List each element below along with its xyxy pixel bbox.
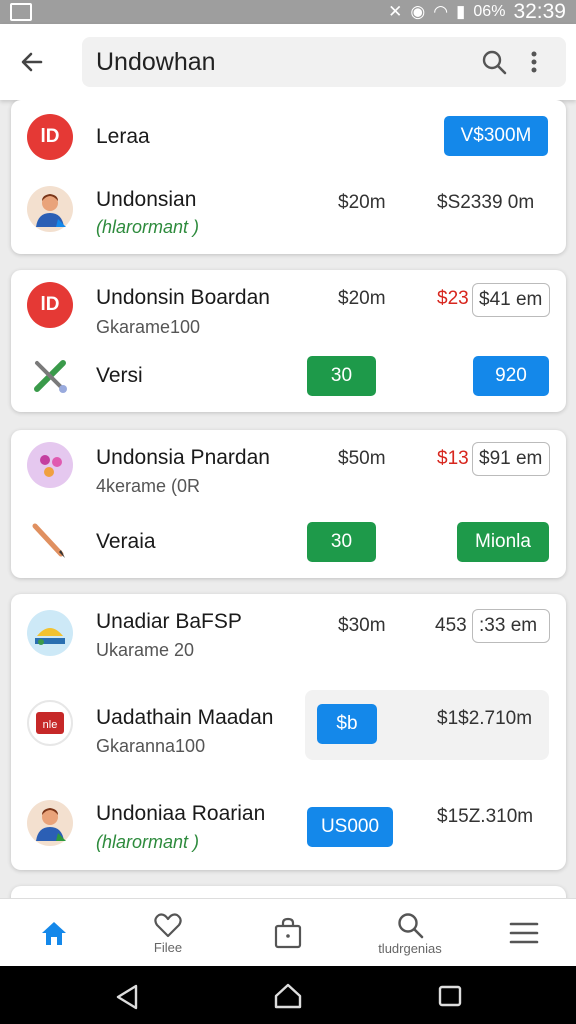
quantity-button[interactable]: 30 [307, 356, 376, 396]
price-tag[interactable]: $91 em [472, 442, 550, 476]
home-icon [42, 922, 66, 945]
nfc-icon: ✕ [388, 2, 403, 21]
nav-favorites[interactable]: Filee [128, 899, 208, 967]
item-title: Undoniaa Roarian [96, 802, 266, 825]
brand-logo-icon: lD [27, 282, 73, 328]
action-button[interactable]: $b [317, 704, 377, 744]
nav-label: tludrgenias [378, 940, 442, 956]
result-card[interactable]: Undonsia Pnardan 4kerame (0R $50m $13 $9… [11, 430, 566, 578]
item-price: $20m [338, 288, 386, 309]
nav-label: Filee [153, 939, 183, 955]
action-button[interactable]: 920 [473, 356, 549, 396]
list-item[interactable]: Unadiar BaFSP Ukarame 20 $30m 453 :33 em [11, 594, 566, 674]
result-card[interactable]: lD Undonsin Boardan Gkarame100 $20m $23 … [11, 270, 566, 412]
back-triangle-icon[interactable] [114, 984, 140, 1010]
back-button[interactable] [10, 40, 54, 84]
wifi-icon: ◠ [433, 2, 449, 21]
app-bar: Undowhan [0, 24, 576, 100]
item-subtitle: Gkarame100 [96, 317, 201, 337]
result-card[interactable]: Unadiar BaFSP Ukarame 20 $30m 453 :33 em… [11, 594, 566, 870]
tools-icon [27, 353, 73, 399]
system-navigation-bar [0, 966, 576, 1024]
bottom-navigation: Filee tludrgenias [0, 898, 576, 966]
list-item[interactable]: Undoniaa Roarian (hlarormant ) US000 $15… [11, 784, 566, 870]
screenshot-icon [10, 3, 32, 21]
item-title: Veraia [96, 530, 156, 553]
item-price-alt: $S2339 0m [437, 192, 535, 213]
search-field[interactable]: Undowhan [82, 37, 566, 87]
result-card[interactable]: lD Leraa V$300M Undonsian (hlarormant ) … [11, 100, 566, 254]
flower-icon [27, 442, 73, 488]
arrow-left-icon [21, 52, 43, 72]
nav-shopping[interactable] [258, 899, 318, 967]
action-button[interactable]: US000 [307, 807, 393, 847]
alarm-icon: ◉ [410, 2, 426, 21]
nav-home[interactable] [24, 899, 84, 967]
item-price: $15Z.310m [437, 806, 534, 827]
battery-level: 06% [473, 3, 506, 20]
card-header: lD Leraa V$300M [11, 100, 566, 172]
item-price-alt: 453 [435, 615, 467, 636]
signal-icon: ▮ [456, 2, 466, 21]
menu-icon [509, 922, 539, 944]
item-title: Uadathain Maadan [96, 706, 274, 729]
item-title: Undonsin Boardan [96, 286, 270, 309]
item-price-red: $23 [437, 288, 469, 309]
item-subtitle: Gkaranna100 [96, 736, 206, 756]
quantity-button[interactable]: 30 [307, 522, 376, 562]
item-price: $50m [338, 448, 386, 469]
status-bar: ✕ ◉ ◠ ▮ 06% 32:39 [0, 0, 576, 24]
brand-logo-icon: lD [27, 114, 73, 160]
list-item[interactable]: Veraia 30 Mionla [11, 506, 566, 578]
item-title: Unadiar BaFSP [96, 610, 242, 633]
list-item[interactable]: nle Uadathain Maadan Gkaranna100 $b $1$2… [11, 682, 566, 772]
price-tag[interactable]: :33 em [472, 609, 550, 643]
list-item[interactable]: Versi 30 920 [11, 342, 566, 412]
search-icon [482, 50, 507, 75]
search-button[interactable] [474, 42, 514, 82]
list-item[interactable]: Undonsia Pnardan 4kerame (0R $50m $13 $9… [11, 430, 566, 506]
nav-menu[interactable] [496, 899, 552, 967]
list-item[interactable]: Undonsian (hlarormant ) $20m $S2339 0m [11, 172, 566, 254]
shop-logo-icon: nle [27, 700, 73, 746]
item-subtitle: Ukarame 20 [96, 640, 195, 660]
shopping-bag-icon [274, 917, 302, 949]
clock: 32:39 [513, 0, 566, 23]
pencil-icon [27, 518, 73, 564]
landscape-icon [27, 610, 73, 656]
results-list[interactable]: lD Leraa V$300M Undonsian (hlarormant ) … [0, 100, 576, 898]
item-title: Undonsia Pnardan [96, 446, 270, 469]
result-card[interactable] [11, 886, 566, 898]
item-title: Undonsian [96, 188, 197, 211]
heart-icon [154, 912, 182, 937]
search-icon [398, 912, 424, 938]
home-outline-icon[interactable] [273, 982, 303, 1010]
item-price: $1$2.710m [437, 708, 533, 729]
person-avatar-icon [27, 800, 73, 846]
item-price-red: $13 [437, 448, 469, 469]
search-query[interactable]: Undowhan [96, 48, 474, 77]
recents-icon[interactable] [437, 984, 463, 1008]
svg-text:nle: nle [43, 719, 58, 731]
card-title: Leraa [96, 125, 150, 148]
item-subtitle: (hlarormant ) [96, 832, 200, 852]
more-options-button[interactable] [514, 42, 554, 82]
action-button[interactable]: Mionla [457, 522, 549, 562]
item-price: $30m [338, 615, 386, 636]
list-item[interactable]: lD Undonsin Boardan Gkarame100 $20m $23 … [11, 270, 566, 342]
more-vert-icon [531, 51, 537, 73]
nav-search[interactable]: tludrgenias [350, 899, 470, 967]
item-subtitle: 4kerame (0R [96, 476, 201, 496]
item-title: Versi [96, 364, 143, 387]
person-avatar-icon [27, 186, 73, 232]
price-button[interactable]: V$300M [444, 116, 548, 156]
item-subtitle: (hlarormant ) [96, 217, 200, 237]
item-price: $20m [338, 192, 386, 213]
price-tag[interactable]: $41 em [472, 283, 550, 317]
